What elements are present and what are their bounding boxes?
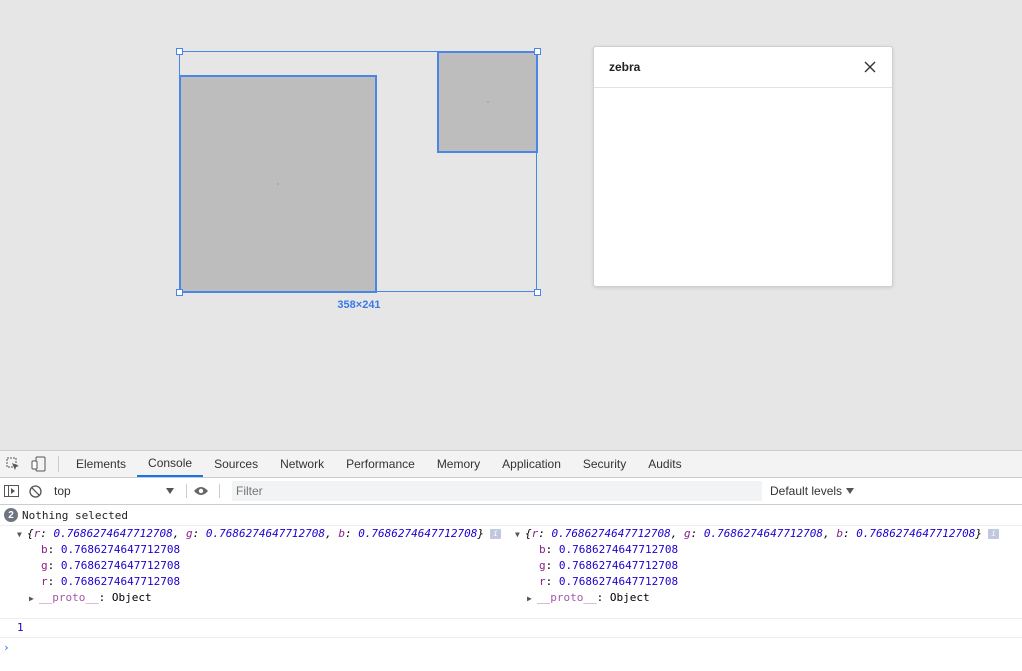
resize-handle-bottom-left[interactable]	[176, 289, 183, 296]
properties-panel: zebra	[593, 46, 893, 287]
expand-triangle-icon[interactable]: ▶	[527, 591, 537, 607]
inspect-element-icon[interactable]	[0, 451, 26, 477]
large-rectangle-center-point	[277, 183, 279, 185]
tab-memory[interactable]: Memory	[426, 451, 491, 477]
device-toolbar-icon[interactable]	[26, 451, 52, 477]
object-property-r: r: 0.7686274647712708	[539, 575, 679, 588]
console-prompt[interactable]: ›	[0, 638, 1022, 658]
console-message-nothing-selected: 2 Nothing selected	[0, 505, 1022, 526]
info-icon[interactable]: i	[988, 529, 1000, 539]
clear-console-icon[interactable]	[22, 484, 48, 498]
object-tree-1[interactable]: ▼ {r: 0.7686274647712708, g: 0.7686274647…	[17, 526, 502, 606]
info-icon[interactable]: i	[490, 529, 502, 539]
tab-application[interactable]: Application	[491, 451, 572, 477]
tab-performance[interactable]: Performance	[335, 451, 426, 477]
message-count-badge: 2	[4, 508, 18, 522]
devtools-panel: Elements Console Sources Network Perform…	[0, 450, 1022, 671]
object-property-r: r: 0.7686274647712708	[41, 575, 181, 588]
toolbar-divider	[219, 484, 220, 498]
panel-title: zebra	[609, 60, 641, 74]
selection-dimensions: 358×241	[337, 299, 381, 311]
toolbar-divider	[186, 484, 187, 498]
devtools-tabbar: Elements Console Sources Network Perform…	[0, 451, 1022, 478]
context-selector-value: top	[54, 484, 71, 498]
console-result-value: 1	[0, 619, 1022, 638]
object-proto[interactable]: ▶ __proto__: Object	[17, 590, 501, 606]
resize-handle-top-right[interactable]	[534, 48, 541, 55]
tab-network[interactable]: Network	[269, 451, 335, 477]
design-canvas[interactable]: 358×241 zebra	[0, 0, 1022, 450]
sidebar-toggle-icon[interactable]	[0, 485, 22, 497]
console-toolbar: top Default levels	[0, 478, 1022, 505]
context-selector[interactable]: top	[48, 481, 180, 501]
expand-triangle-icon[interactable]: ▼	[17, 527, 27, 543]
chevron-down-icon	[166, 488, 174, 494]
log-levels-label: Default levels	[770, 484, 843, 498]
object-proto[interactable]: ▶ __proto__: Object	[515, 590, 999, 606]
nothing-selected-text: Nothing selected	[22, 508, 128, 522]
object-property-g: g: 0.7686274647712708	[539, 559, 679, 572]
object-property-g: g: 0.7686274647712708	[41, 559, 181, 572]
resize-handle-bottom-right[interactable]	[534, 289, 541, 296]
resize-handle-top-left[interactable]	[176, 48, 183, 55]
panel-header: zebra	[594, 47, 892, 88]
object-property-b: b: 0.7686274647712708	[539, 543, 679, 556]
tab-sources[interactable]: Sources	[203, 451, 269, 477]
object-property-b: b: 0.7686274647712708	[41, 543, 181, 556]
object-tree-2[interactable]: ▼ {r: 0.7686274647712708, g: 0.7686274647…	[515, 526, 1000, 606]
console-filter-input[interactable]	[232, 481, 762, 501]
tabbar-divider	[58, 456, 59, 472]
expand-triangle-icon[interactable]: ▼	[515, 527, 525, 543]
expand-triangle-icon[interactable]: ▶	[29, 591, 39, 607]
tab-console[interactable]: Console	[137, 451, 204, 477]
object-summary[interactable]: ▼ {r: 0.7686274647712708, g: 0.7686274647…	[515, 526, 1000, 543]
object-summary[interactable]: ▼ {r: 0.7686274647712708, g: 0.7686274647…	[17, 526, 502, 543]
close-icon[interactable]	[863, 60, 877, 74]
chevron-down-icon	[846, 488, 855, 494]
tab-security[interactable]: Security	[572, 451, 637, 477]
live-expression-eye-icon[interactable]	[193, 486, 209, 496]
log-levels-dropdown[interactable]: Default levels	[770, 484, 855, 498]
tab-elements[interactable]: Elements	[65, 451, 137, 477]
small-rectangle-center-point	[487, 101, 489, 103]
tab-audits[interactable]: Audits	[637, 451, 692, 477]
console-log-entry: ▼ {r: 0.7686274647712708, g: 0.7686274647…	[0, 526, 1022, 619]
